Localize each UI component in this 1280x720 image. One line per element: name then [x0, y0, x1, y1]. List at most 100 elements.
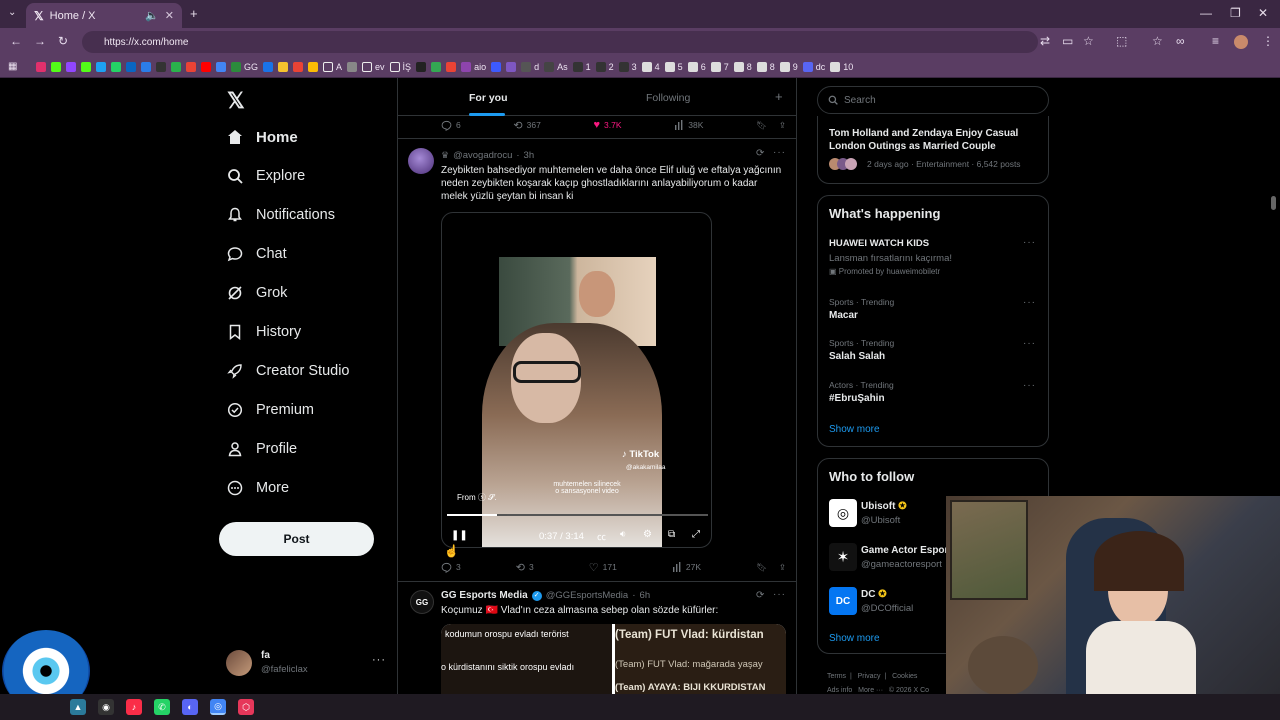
- bookmark-item[interactable]: GG: [231, 61, 258, 72]
- nav-history[interactable]: History: [226, 323, 301, 341]
- bookmark-icon-only[interactable]: [278, 61, 289, 72]
- like-button[interactable]: ♥ 3.7K: [594, 119, 622, 131]
- trend-item[interactable]: HUAWEI WATCH KIDS Lansman fırsatlarını k…: [829, 238, 1039, 276]
- bookmark-item[interactable]: 4: [641, 61, 660, 72]
- news-card[interactable]: Tom Holland and Zendaya Enjoy Casual Lon…: [817, 116, 1049, 184]
- app-icon[interactable]: ▲: [70, 699, 86, 715]
- tweet-time[interactable]: 3h: [524, 150, 535, 161]
- ubisoft-logo-icon[interactable]: ◎: [829, 499, 857, 527]
- video-progress-track[interactable]: [447, 514, 708, 516]
- avatar[interactable]: GG: [410, 590, 434, 614]
- bookmark-item[interactable]: aio: [461, 61, 486, 72]
- bookmark-icon-only[interactable]: [111, 61, 121, 72]
- trend-more-icon[interactable]: ···: [1023, 237, 1036, 248]
- bookmark-item[interactable]: dc: [802, 61, 825, 72]
- pause-icon[interactable]: ❚❚: [451, 530, 468, 541]
- video-source[interactable]: From ⓢ 𝓢.: [457, 492, 497, 503]
- dc-logo-icon[interactable]: DC: [829, 587, 857, 615]
- bookmark-action-icon[interactable]: 🔖︎: [756, 562, 767, 573]
- trend-more-icon[interactable]: ···: [1023, 297, 1036, 308]
- forward-icon[interactable]: →: [34, 34, 46, 48]
- nav-more[interactable]: More: [226, 479, 289, 497]
- scrollbar-thumb[interactable]: [1271, 196, 1276, 210]
- minimize-icon[interactable]: —: [1200, 6, 1212, 20]
- bookmark-icon-only[interactable]: [81, 61, 91, 72]
- post-button[interactable]: Post: [219, 522, 374, 556]
- footer-link[interactable]: Privacy: [858, 673, 881, 680]
- volume-icon[interactable]: 🔉︎: [620, 529, 626, 540]
- account-switcher[interactable]: fa @fafeliclax ···: [226, 648, 386, 678]
- reply-button[interactable]: 3: [441, 562, 461, 573]
- bookmark-icon-only[interactable]: [96, 61, 106, 72]
- trend-item[interactable]: Sports · Trending Macar: [829, 297, 894, 321]
- nav-creator-studio[interactable]: Creator Studio: [226, 362, 350, 380]
- tweet-handle[interactable]: @avogadrocu: [453, 150, 512, 161]
- avatar[interactable]: [408, 148, 434, 174]
- bookmark-item[interactable]: 8: [733, 61, 752, 72]
- kebab-menu-icon[interactable]: ⋮: [1262, 34, 1274, 48]
- trend-more-icon[interactable]: ···: [1023, 338, 1036, 349]
- profile-avatar-icon[interactable]: [1234, 35, 1248, 49]
- address-bar[interactable]: https://x.com/home: [82, 31, 1038, 53]
- show-more-link[interactable]: Show more: [829, 633, 880, 644]
- music-icon[interactable]: ♪: [126, 699, 142, 715]
- footer-link[interactable]: More ···: [858, 687, 883, 694]
- bookmark-item[interactable]: As: [544, 61, 568, 72]
- bookmark-item[interactable]: 8: [756, 61, 775, 72]
- bookmark-icon-only[interactable]: [171, 61, 181, 72]
- search-box[interactable]: Search: [817, 86, 1049, 114]
- whatsapp-icon[interactable]: ✆: [154, 699, 170, 715]
- game-actor-logo-icon[interactable]: ✶: [829, 543, 857, 571]
- bookmark-item[interactable]: 3: [618, 61, 637, 72]
- translate-icon[interactable]: ⇄: [1040, 34, 1050, 48]
- bookmark-item[interactable]: d: [521, 61, 539, 72]
- bookmark-item[interactable]: 2: [595, 61, 614, 72]
- bookmark-icon-only[interactable]: [446, 61, 457, 72]
- bookmark-icon-only[interactable]: [491, 61, 502, 72]
- nav-explore[interactable]: Explore: [226, 167, 305, 185]
- bookmark-item[interactable]: 7: [710, 61, 729, 72]
- trend-item[interactable]: Sports · Trending Salah Salah: [829, 338, 894, 362]
- tweet-more-icon[interactable]: ···: [773, 589, 786, 600]
- share-icon[interactable]: ⇪: [779, 562, 786, 573]
- add-tab-icon[interactable]: +: [775, 89, 783, 104]
- trend-more-icon[interactable]: ···: [1023, 380, 1036, 391]
- obs-icon[interactable]: ◉: [98, 699, 114, 715]
- account-more-icon[interactable]: ···: [372, 654, 386, 666]
- discord-icon[interactable]: ◐: [182, 699, 198, 715]
- tab-close-icon[interactable]: ✕: [165, 9, 174, 22]
- bookmark-icon-only[interactable]: [126, 61, 136, 72]
- nav-profile[interactable]: Profile: [226, 440, 297, 458]
- vpn-icon[interactable]: ∞: [1176, 34, 1185, 48]
- bookmark-folder[interactable]: ev: [362, 61, 385, 72]
- nav-home[interactable]: Home: [226, 128, 298, 146]
- bookmark-icon-only[interactable]: [66, 61, 76, 72]
- bookmark-icon-only[interactable]: [216, 61, 226, 72]
- bookmark-icon-only[interactable]: [141, 61, 151, 72]
- follow-name[interactable]: Ubisoft ✪: [861, 501, 907, 512]
- app-icon[interactable]: ⬡: [238, 699, 254, 715]
- tweet-time[interactable]: 6h: [640, 590, 651, 601]
- apps-grid-icon[interactable]: ▦: [8, 61, 17, 72]
- bookmark-folder[interactable]: A: [323, 61, 342, 72]
- tab-following[interactable]: Following: [646, 92, 690, 104]
- nav-notifications[interactable]: Notifications: [226, 206, 335, 224]
- cast-icon[interactable]: ▭: [1062, 34, 1073, 48]
- repost-button[interactable]: ⟲ 3: [516, 561, 534, 574]
- follow-name[interactable]: DC ✪: [861, 589, 887, 600]
- bookmark-icon-only[interactable]: [308, 61, 319, 72]
- bookmark-icon-only[interactable]: [431, 61, 442, 72]
- nav-premium[interactable]: Premium: [226, 401, 314, 419]
- bookmark-icon-only[interactable]: [293, 61, 304, 72]
- nav-grok[interactable]: Grok: [226, 284, 287, 302]
- bookmark-icon-only[interactable]: [263, 61, 274, 72]
- follow-name[interactable]: Game Actor Espor: [861, 545, 948, 556]
- bookmark-item[interactable]: 5: [664, 61, 683, 72]
- browser-tab[interactable]: 𝕏 Home / X 🔈 ✕: [26, 3, 182, 28]
- reply-button[interactable]: 6: [441, 120, 461, 131]
- tweet-author[interactable]: GG Esports Media: [441, 590, 528, 601]
- bookmark-folder[interactable]: İŞ: [389, 61, 411, 72]
- views-button[interactable]: 38K: [674, 120, 703, 130]
- extensions-icon[interactable]: ⬚: [1116, 34, 1127, 48]
- x-logo[interactable]: 𝕏: [227, 88, 245, 114]
